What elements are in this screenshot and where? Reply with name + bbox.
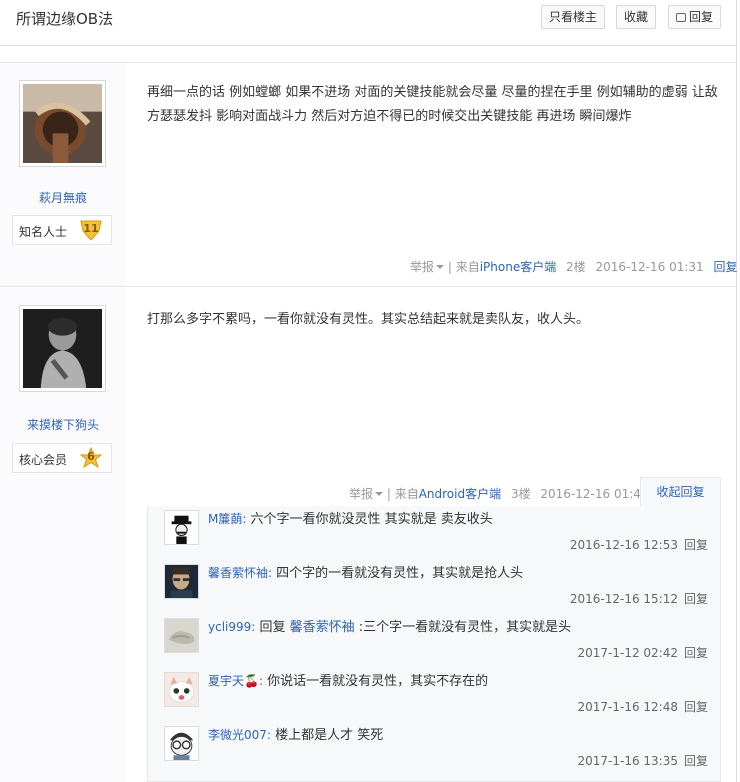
reply-button[interactable]: 回复	[668, 5, 722, 29]
sub-reply-meta: 2016-12-16 12:53 回复	[570, 536, 708, 553]
sub-author-name[interactable]: 夏宇天🍒:	[208, 674, 263, 688]
post-meta: 举报 | 来自iPhone客户端 2楼 2016-12-16 01:31 回复	[410, 258, 738, 275]
sub-reply-link[interactable]: 回复	[684, 538, 708, 552]
report-link[interactable]: 举报	[410, 260, 445, 274]
sub-reply-text: M簾蓢: 六个字一看你就没灵性 其实就是 卖友收头	[208, 510, 493, 529]
sub-reply: 夏宇天🍒: 你说话一看就没有灵性，其实不存在的 2017-1-16 12:48 回…	[164, 672, 708, 726]
avatar[interactable]	[19, 305, 106, 392]
source-prefix: | 来自	[447, 260, 480, 274]
client-link[interactable]: Android客户端	[419, 487, 501, 501]
sub-reply-date: 2016-12-16 12:53	[569, 538, 678, 552]
sub-reply: 李微光007: 楼上都是人才 笑死 2017-1-16 13:35 回复	[164, 726, 708, 780]
avatar-image	[23, 309, 102, 388]
sub-reply: 馨香萦怀袖: 四个字的一看就没有灵性，其实就是抢人头 2016-12-16 15…	[164, 564, 708, 618]
sub-avatar[interactable]	[164, 618, 199, 653]
collapse-replies-button[interactable]: 收起回复	[640, 477, 721, 507]
sub-reply-link[interactable]: 回复	[684, 754, 708, 768]
favorite-button[interactable]: 收藏	[616, 5, 657, 29]
sub-author-name[interactable]: 李微光007:	[208, 728, 271, 742]
sub-reply-content: 六个字一看你就没灵性 其实就是 卖友收头	[246, 512, 493, 527]
sub-reply-date: 2016-12-16 15:12	[569, 592, 678, 606]
level-number: 6	[87, 450, 95, 463]
caret-down-icon	[375, 492, 384, 496]
source-prefix: | 来自	[386, 487, 419, 501]
level-badge[interactable]: 核心会员 6	[12, 443, 112, 473]
sub-avatar[interactable]	[164, 564, 199, 599]
sub-reply-text: 李微光007: 楼上都是人才 笑死	[208, 726, 383, 745]
sub-reply-date: 2017-1-16 13:35	[577, 754, 678, 768]
report-label: 举报	[410, 260, 435, 274]
avatar-image	[23, 84, 102, 163]
comment-icon	[676, 13, 686, 22]
level-name: 知名人士	[19, 225, 68, 239]
sub-reply-content: 你说话一看就没有灵性，其实不存在的	[263, 674, 489, 689]
sub-reply-prefix: 回复	[255, 620, 290, 635]
sub-reply-date: 2017-1-12 02:42	[577, 646, 678, 660]
sub-reply-meta: 2017-1-16 12:48 回复	[577, 698, 708, 715]
sub-reply-content: 四个字的一看就没有灵性，其实就是抢人头	[272, 566, 524, 581]
level-name: 核心会员	[19, 453, 68, 467]
only-op-button[interactable]: 只看楼主	[541, 5, 606, 29]
reply-target-name[interactable]: 馨香萦怀袖	[290, 620, 355, 635]
level-badge[interactable]: 知名人士 11	[12, 215, 112, 245]
post-content: 再细一点的话 例如螳螂 如果不进场 对面的关键技能就会尽量 尽量的捏在手里 例如…	[147, 85, 718, 124]
floor-number: 2楼	[566, 260, 586, 274]
sub-reply-link[interactable]: 回复	[684, 592, 708, 606]
author-panel: 来摸楼下狗头 核心会员 6	[0, 288, 126, 782]
post: 来摸楼下狗头 核心会员 6 打那么多字不累吗，一看你就没有灵性。其实总结起来就是…	[0, 288, 736, 782]
sub-reply-text: 馨香萦怀袖: 四个字的一看就没有灵性，其实就是抢人头	[208, 564, 523, 583]
thread-title: 所谓边缘OB法	[16, 10, 114, 28]
sub-reply: M簾蓢: 六个字一看你就没灵性 其实就是 卖友收头 2016-12-16 12:…	[164, 510, 708, 564]
report-label: 举报	[349, 487, 374, 501]
post: 萩月無痕 知名人士 11 再细一点的话 例如螳螂 如果不进场 对面的关键技能就会…	[0, 63, 738, 287]
sub-avatar[interactable]	[164, 726, 199, 761]
caret-down-icon	[436, 265, 445, 269]
avatar[interactable]	[19, 80, 106, 167]
sub-reply-meta: 2016-12-16 15:12 回复	[570, 590, 708, 607]
post-meta: 举报 | 来自Android客户端 3楼 2016-12-16 01:43	[349, 485, 649, 502]
sub-reply-link[interactable]: 回复	[684, 646, 708, 660]
post-content: 打那么多字不累吗，一看你就没有灵性。其实总结起来就是卖队友，收人头。	[147, 312, 590, 327]
divider	[0, 47, 736, 63]
author-panel: 萩月無痕 知名人士 11	[0, 63, 126, 286]
sub-reply: ycli999: 回复 馨香萦怀袖 :三个字一看就没有灵性，其实就是头 2017…	[164, 618, 708, 672]
sub-author-name[interactable]: 馨香萦怀袖:	[208, 566, 272, 580]
sub-avatar[interactable]	[164, 672, 199, 707]
sub-reply-text: ycli999: 回复 馨香萦怀袖 :三个字一看就没有灵性，其实就是头	[208, 618, 571, 637]
author-name[interactable]: 来摸楼下狗头	[0, 416, 126, 433]
sub-reply-meta: 2017-1-16 13:35 回复	[577, 752, 708, 769]
post-date: 2016-12-16 01:43	[540, 487, 649, 501]
author-name[interactable]: 萩月無痕	[0, 189, 126, 206]
client-link[interactable]: iPhone客户端	[480, 260, 557, 274]
sub-reply-content: :三个字一看就没有灵性，其实就是头	[354, 620, 572, 635]
post-date: 2016-12-16 01:31	[595, 260, 704, 274]
report-link[interactable]: 举报	[349, 487, 384, 501]
sub-reply-link[interactable]: 回复	[684, 700, 708, 714]
thread-header: 所谓边缘OB法 只看楼主 收藏 回复	[0, 0, 736, 46]
sub-avatar[interactable]	[164, 510, 199, 545]
level-number: 11	[83, 222, 99, 235]
sub-reply-meta: 2017-1-12 02:42 回复	[577, 644, 708, 661]
sub-author-name[interactable]: M簾蓢:	[208, 512, 246, 526]
sub-reply-list: M簾蓢: 六个字一看你就没灵性 其实就是 卖友收头 2016-12-16 12:…	[147, 506, 721, 782]
floor-number: 3楼	[510, 487, 531, 501]
sub-author-name[interactable]: ycli999:	[208, 620, 255, 634]
post-reply-link[interactable]: 回复	[713, 260, 737, 274]
sub-reply-date: 2017-1-16 12:48	[577, 700, 678, 714]
reply-button-label: 回复	[689, 10, 714, 24]
divider	[736, 0, 737, 782]
sub-reply-text: 夏宇天🍒: 你说话一看就没有灵性，其实不存在的	[208, 672, 488, 691]
sub-reply-content: 楼上都是人才 笑死	[270, 728, 384, 743]
